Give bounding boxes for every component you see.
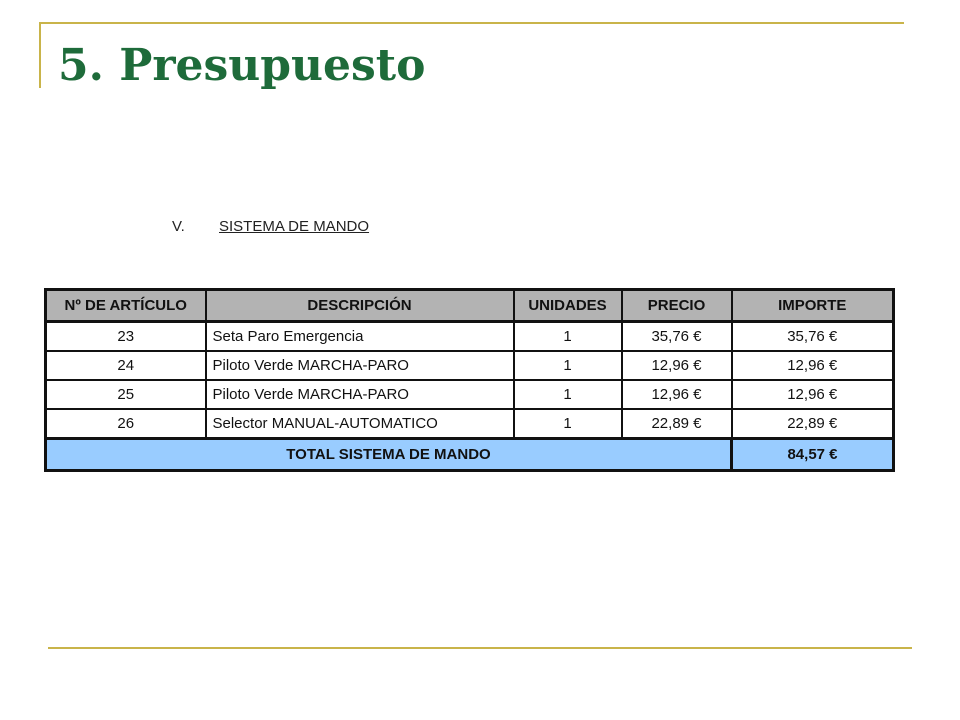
total-row: TOTAL SISTEMA DE MANDO 84,57 € bbox=[44, 437, 895, 472]
cell-price: 35,76 € bbox=[620, 320, 733, 352]
cell-units: 1 bbox=[512, 350, 623, 381]
cell-article-number: 26 bbox=[44, 408, 207, 440]
cell-description: Selector MANUAL-AUTOMATICO bbox=[204, 408, 515, 440]
cell-description: Seta Paro Emergencia bbox=[204, 320, 515, 352]
cell-units: 1 bbox=[512, 408, 623, 440]
cell-article-number: 24 bbox=[44, 350, 207, 381]
table-row: 26 Selector MANUAL-AUTOMATICO 1 22,89 €22,8… bbox=[44, 408, 895, 440]
section-title: SISTEMA DE MANDO bbox=[219, 218, 370, 235]
cell-article-number: 23 bbox=[44, 320, 207, 352]
cell-description: Piloto Verde MARCHA-PARO bbox=[204, 379, 515, 410]
column-header-units: UNIDADES bbox=[512, 288, 623, 323]
table-row: 24 Piloto Verde MARCHA-PARO 1 12,96 €12,96 … bbox=[44, 350, 895, 381]
column-header-amount: IMPORTE bbox=[730, 288, 895, 323]
page-title: 5. Presupuesto bbox=[58, 40, 426, 91]
budget-table: Nº DE ARTÍCULO DESCRIPCIÓN UNIDADES PREC… bbox=[44, 288, 895, 472]
cell-amount: 22,89 € bbox=[730, 408, 895, 440]
cell-units: 1 bbox=[512, 379, 623, 410]
cell-units: 1 bbox=[512, 320, 623, 352]
frame-left-line bbox=[39, 22, 41, 88]
table-row: 25 Piloto Verde MARCHA-PARO 1 12,96 €12,96 … bbox=[44, 379, 895, 410]
cell-price: 12,96 € bbox=[620, 350, 733, 381]
frame-top-line bbox=[40, 22, 904, 24]
cell-amount: 12,96 € bbox=[730, 350, 895, 381]
table-body: 23 Seta Paro Emergencia 1 35,76 €35,76 €24 P… bbox=[44, 320, 895, 440]
total-label: TOTAL SISTEMA DE MANDO bbox=[44, 437, 733, 472]
cell-price: 12,96 € bbox=[620, 379, 733, 410]
cell-description: Piloto Verde MARCHA-PARO bbox=[204, 350, 515, 381]
cell-amount: 12,96 € bbox=[730, 379, 895, 410]
cell-amount: 35,76 € bbox=[730, 320, 895, 352]
table-row: 23 Seta Paro Emergencia 1 35,76 €35,76 € bbox=[44, 320, 895, 352]
column-header-price: PRECIO bbox=[620, 288, 733, 323]
table-header-row: Nº DE ARTÍCULO DESCRIPCIÓN UNIDADES PREC… bbox=[44, 288, 895, 323]
cell-article-number: 25 bbox=[44, 379, 207, 410]
total-value: 84,57 € bbox=[730, 437, 895, 472]
section-number: V. bbox=[172, 218, 185, 235]
cell-price: 22,89 € bbox=[620, 408, 733, 440]
section-heading: V. SISTEMA DE MANDO bbox=[172, 218, 369, 235]
column-header-article: Nº DE ARTÍCULO bbox=[44, 288, 207, 323]
frame-bottom-line bbox=[48, 647, 912, 649]
column-header-description: DESCRIPCIÓN bbox=[204, 288, 515, 323]
